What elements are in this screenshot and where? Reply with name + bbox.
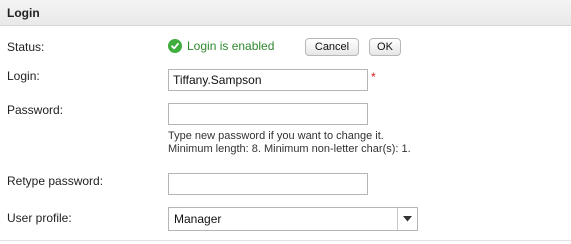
section-title: Login — [7, 6, 40, 20]
bottom-divider — [0, 240, 571, 241]
retype-password-label: Retype password: — [7, 174, 104, 188]
status-text: Login is enabled — [187, 39, 275, 53]
status-indicator: Login is enabled — [168, 38, 274, 54]
status-label: Status: — [7, 40, 45, 54]
password-field[interactable] — [168, 103, 368, 125]
required-marker: * — [371, 70, 376, 84]
password-hint: Type new password if you want to change … — [168, 130, 411, 156]
password-hint-line: Minimum length: 8. Minimum non-letter ch… — [168, 143, 411, 155]
login-label: Login: — [7, 69, 40, 83]
ok-button[interactable]: OK — [369, 38, 401, 56]
login-field[interactable]: Tiffany.Sampson — [168, 69, 368, 91]
user-profile-selected: Manager — [174, 212, 222, 226]
dropdown-button[interactable] — [397, 208, 417, 230]
cancel-button[interactable]: Cancel — [305, 38, 359, 56]
user-profile-select[interactable]: Manager — [168, 207, 418, 231]
check-circle-icon — [168, 39, 182, 53]
password-hint-line: Type new password if you want to change … — [168, 130, 384, 142]
user-profile-label: User profile: — [7, 211, 72, 225]
chevron-down-icon — [403, 216, 412, 222]
password-label: Password: — [7, 103, 64, 117]
retype-password-field[interactable] — [168, 173, 368, 195]
section-header: Login — [0, 0, 571, 26]
